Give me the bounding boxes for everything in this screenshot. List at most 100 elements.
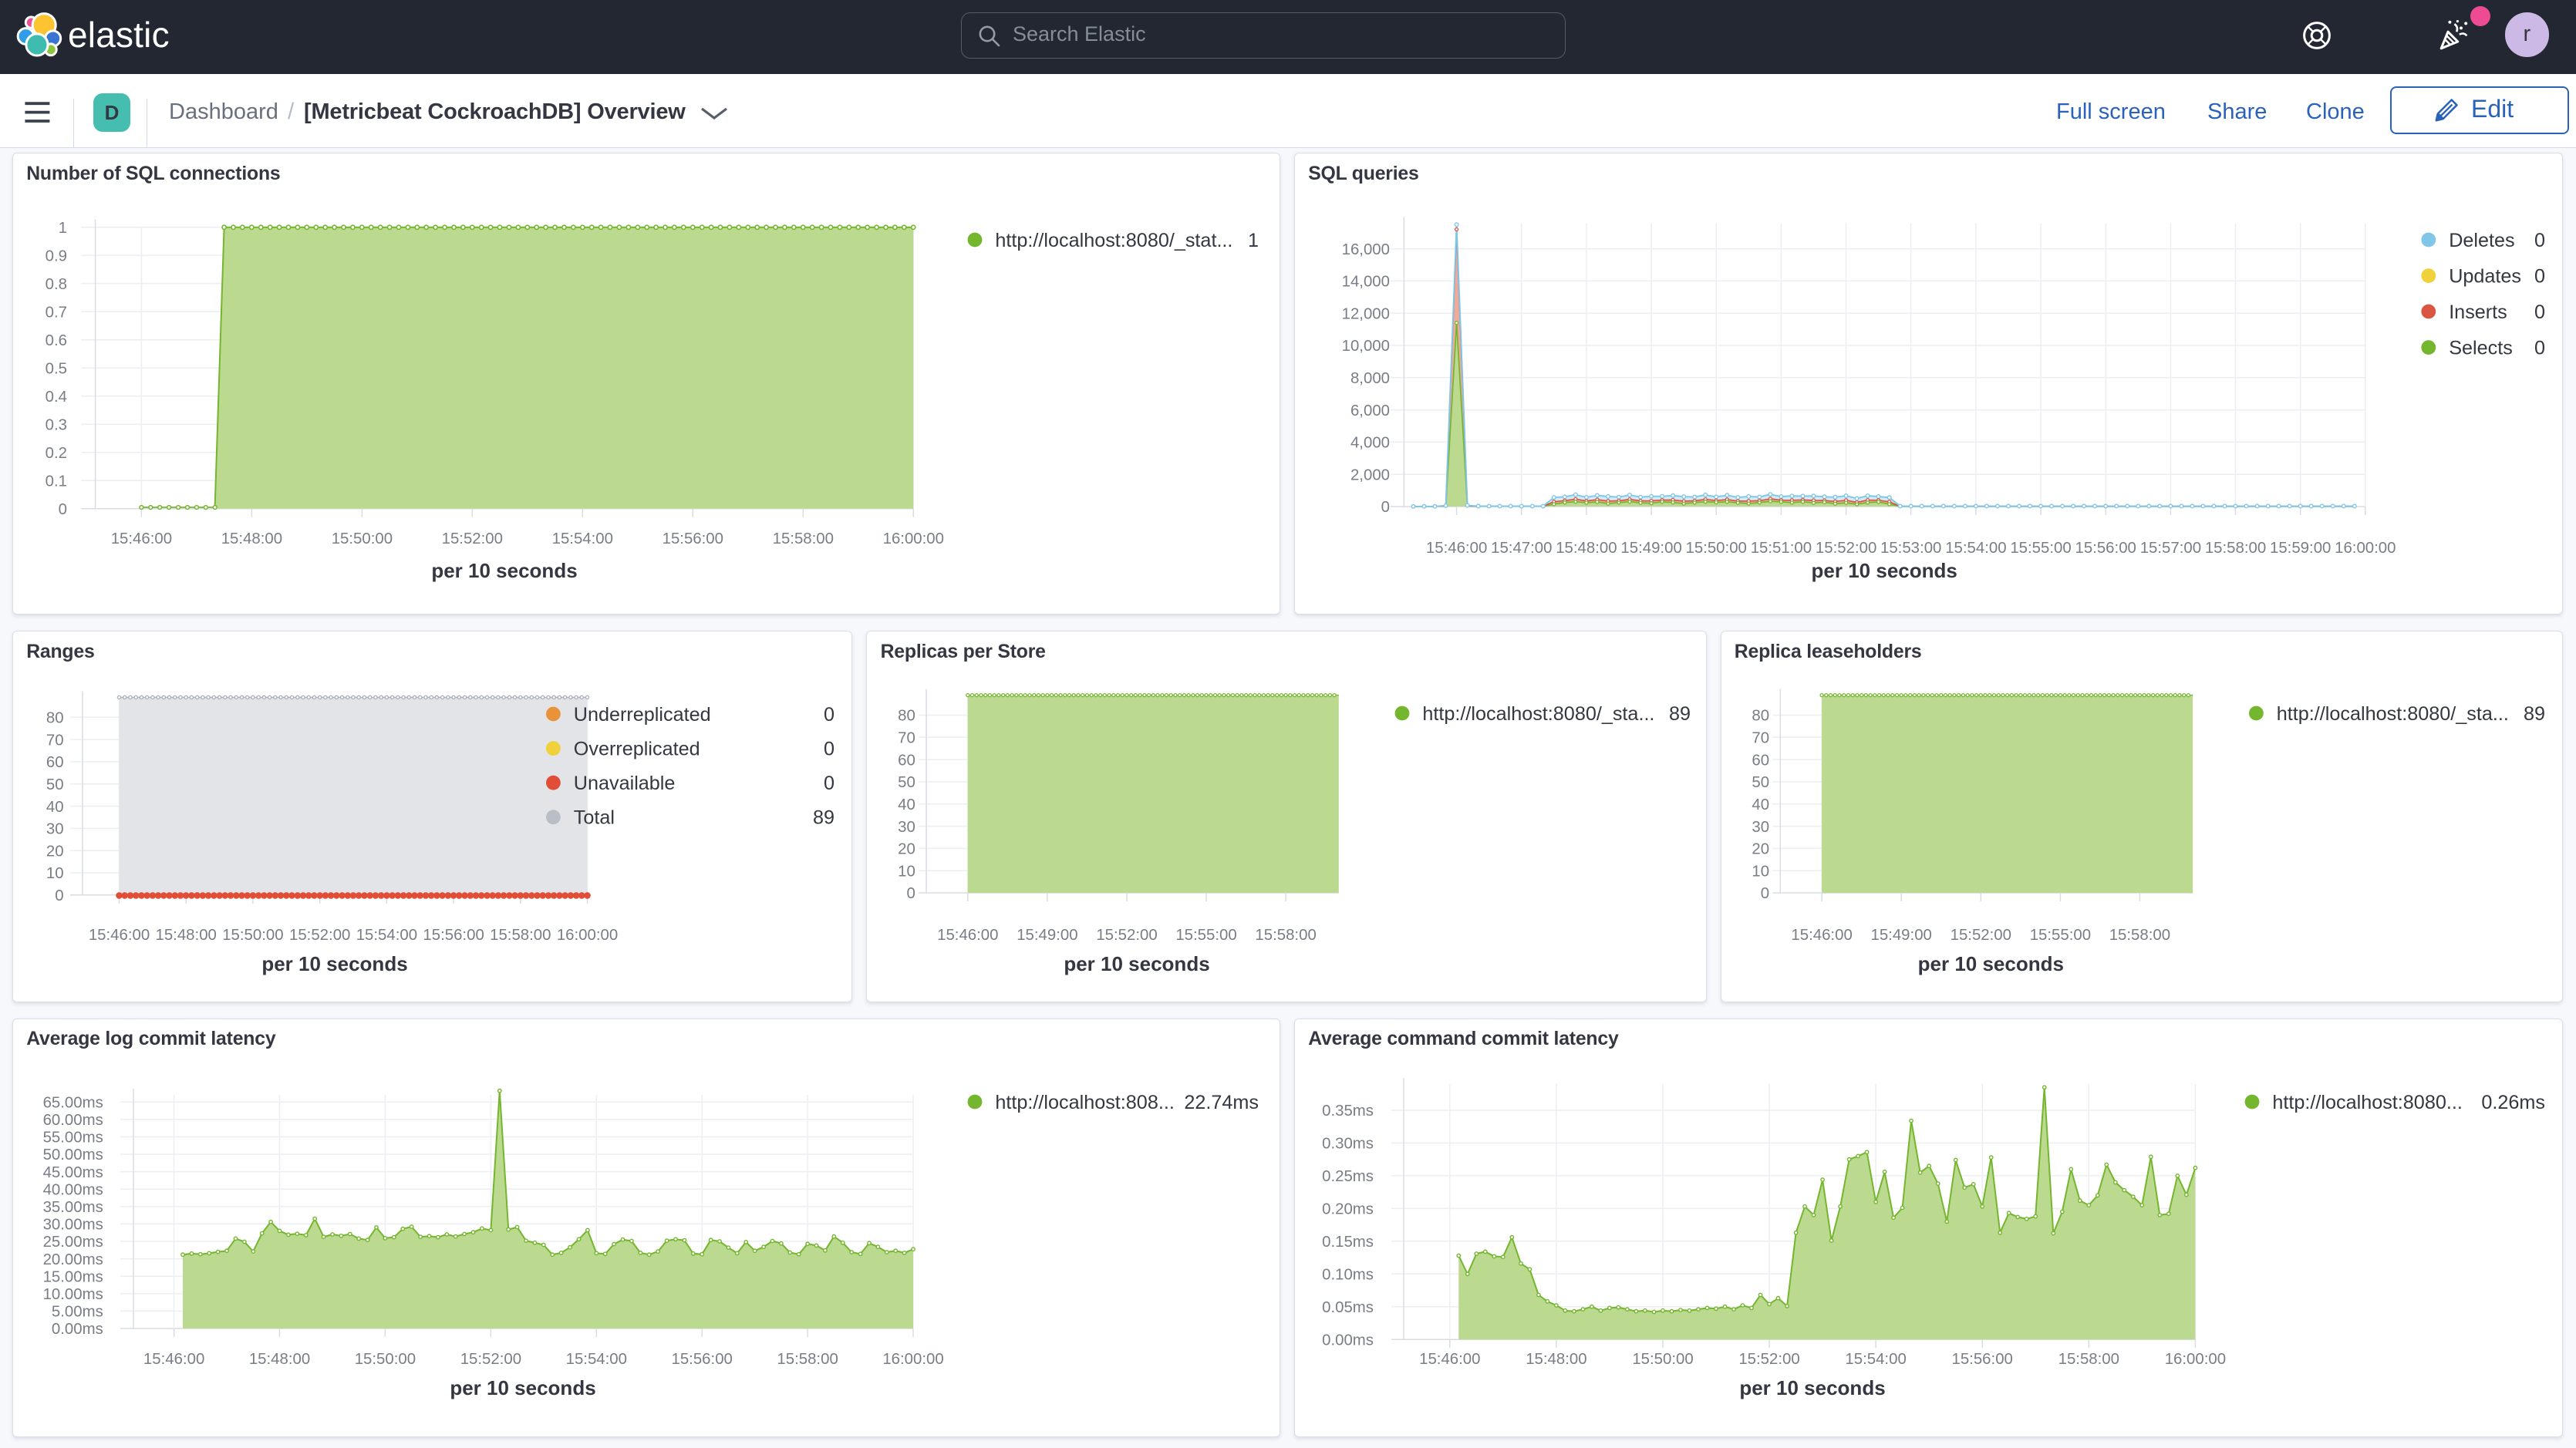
svg-text:0: 0 bbox=[824, 738, 835, 759]
svg-text:2,000: 2,000 bbox=[1350, 466, 1390, 483]
svg-text:15:52:00: 15:52:00 bbox=[1816, 540, 1876, 557]
svg-text:15:51:00: 15:51:00 bbox=[1751, 540, 1812, 557]
svg-text:Deletes: Deletes bbox=[2449, 230, 2514, 251]
svg-text:Overreplicated: Overreplicated bbox=[574, 738, 700, 759]
svg-text:0: 0 bbox=[55, 887, 63, 904]
svg-text:0: 0 bbox=[59, 501, 67, 518]
svg-text:http://localhost:8080/_stat...: http://localhost:8080/_stat... bbox=[995, 230, 1232, 251]
svg-text:15:58:00: 15:58:00 bbox=[2058, 1351, 2119, 1368]
svg-text:15:48:00: 15:48:00 bbox=[1556, 540, 1617, 557]
svg-text:89: 89 bbox=[813, 807, 835, 829]
svg-text:http://localhost:8080/_sta...: http://localhost:8080/_sta... bbox=[2277, 703, 2509, 725]
svg-text:0.00ms: 0.00ms bbox=[1322, 1332, 1374, 1349]
svg-text:per 10 seconds: per 10 seconds bbox=[1918, 952, 2064, 975]
svg-text:60: 60 bbox=[46, 754, 64, 771]
svg-text:15:54:00: 15:54:00 bbox=[552, 530, 613, 547]
svg-text:0: 0 bbox=[824, 704, 835, 726]
svg-text:0.05ms: 0.05ms bbox=[1322, 1299, 1374, 1316]
svg-text:60: 60 bbox=[898, 752, 915, 769]
svg-text:15:52:00: 15:52:00 bbox=[1738, 1351, 1799, 1368]
svg-text:15:55:00: 15:55:00 bbox=[1175, 927, 1236, 944]
svg-text:20: 20 bbox=[46, 843, 64, 860]
svg-text:1: 1 bbox=[1248, 230, 1259, 251]
svg-text:30.00ms: 30.00ms bbox=[43, 1217, 103, 1234]
svg-text:15:55:00: 15:55:00 bbox=[2010, 540, 2071, 557]
svg-text:50: 50 bbox=[46, 776, 64, 793]
svg-text:15:49:00: 15:49:00 bbox=[1017, 927, 1077, 944]
svg-text:16,000: 16,000 bbox=[1342, 241, 1390, 258]
svg-text:15:46:00: 15:46:00 bbox=[111, 530, 172, 547]
svg-text:30: 30 bbox=[898, 819, 915, 836]
svg-text:20: 20 bbox=[898, 841, 915, 858]
svg-text:60: 60 bbox=[1752, 752, 1769, 769]
svg-text:Selects: Selects bbox=[2449, 337, 2513, 359]
svg-text:70: 70 bbox=[46, 732, 64, 749]
svg-text:0: 0 bbox=[2534, 265, 2545, 287]
svg-text:15:58:00: 15:58:00 bbox=[777, 1351, 838, 1368]
svg-text:45.00ms: 45.00ms bbox=[43, 1164, 103, 1181]
svg-text:50.00ms: 50.00ms bbox=[43, 1147, 103, 1163]
svg-text:per 10 seconds: per 10 seconds bbox=[1064, 952, 1209, 975]
svg-text:15:52:00: 15:52:00 bbox=[1951, 927, 2011, 944]
svg-text:0.15ms: 0.15ms bbox=[1322, 1234, 1374, 1251]
svg-text:0: 0 bbox=[824, 773, 835, 794]
svg-text:15:46:00: 15:46:00 bbox=[1419, 1351, 1480, 1368]
svg-text:22.74ms: 22.74ms bbox=[1184, 1092, 1259, 1113]
svg-text:per 10 seconds: per 10 seconds bbox=[1739, 1376, 1885, 1399]
svg-text:70: 70 bbox=[898, 730, 915, 747]
svg-text:10: 10 bbox=[46, 865, 64, 882]
svg-text:15:56:00: 15:56:00 bbox=[2075, 540, 2136, 557]
svg-text:35.00ms: 35.00ms bbox=[43, 1199, 103, 1216]
svg-text:50: 50 bbox=[898, 774, 915, 791]
svg-text:Updates: Updates bbox=[2449, 265, 2521, 287]
svg-text:55.00ms: 55.00ms bbox=[43, 1130, 103, 1147]
svg-text:15:46:00: 15:46:00 bbox=[1426, 540, 1487, 557]
svg-text:0.1: 0.1 bbox=[46, 473, 67, 490]
svg-text:15:52:00: 15:52:00 bbox=[460, 1351, 521, 1368]
svg-text:0: 0 bbox=[2534, 230, 2545, 251]
svg-text:15:50:00: 15:50:00 bbox=[332, 530, 393, 547]
svg-text:20: 20 bbox=[1752, 841, 1769, 858]
svg-text:15:56:00: 15:56:00 bbox=[672, 1351, 733, 1368]
svg-text:0.3: 0.3 bbox=[46, 417, 67, 434]
svg-text:15:47:00: 15:47:00 bbox=[1491, 540, 1552, 557]
svg-text:70: 70 bbox=[1752, 730, 1769, 747]
svg-text:15:58:00: 15:58:00 bbox=[490, 927, 551, 944]
svg-text:15:46:00: 15:46:00 bbox=[1791, 927, 1852, 944]
svg-text:15:54:00: 15:54:00 bbox=[1845, 1351, 1906, 1368]
svg-text:0.26ms: 0.26ms bbox=[2481, 1092, 2545, 1113]
svg-text:Unavailable: Unavailable bbox=[574, 773, 676, 794]
svg-text:0: 0 bbox=[2534, 301, 2545, 323]
svg-text:4,000: 4,000 bbox=[1350, 435, 1390, 452]
svg-text:0.25ms: 0.25ms bbox=[1322, 1168, 1374, 1185]
svg-text:15:50:00: 15:50:00 bbox=[222, 927, 283, 944]
svg-text:10: 10 bbox=[1752, 863, 1769, 880]
svg-text:16:00:00: 16:00:00 bbox=[883, 530, 944, 547]
svg-text:per 10 seconds: per 10 seconds bbox=[431, 559, 577, 582]
svg-text:15:48:00: 15:48:00 bbox=[221, 530, 282, 547]
svg-text:25.00ms: 25.00ms bbox=[43, 1234, 103, 1251]
svg-text:15:55:00: 15:55:00 bbox=[2030, 927, 2091, 944]
svg-text:15:52:00: 15:52:00 bbox=[1096, 927, 1157, 944]
svg-text:60.00ms: 60.00ms bbox=[43, 1112, 103, 1129]
svg-text:15:58:00: 15:58:00 bbox=[1255, 927, 1316, 944]
svg-text:10: 10 bbox=[898, 863, 915, 880]
svg-text:15:50:00: 15:50:00 bbox=[1686, 540, 1747, 557]
svg-text:30: 30 bbox=[46, 821, 64, 838]
svg-text:5.00ms: 5.00ms bbox=[52, 1304, 103, 1321]
svg-text:15:59:00: 15:59:00 bbox=[2270, 540, 2331, 557]
svg-text:15.00ms: 15.00ms bbox=[43, 1268, 103, 1285]
svg-text:0: 0 bbox=[2534, 337, 2545, 359]
svg-text:Total: Total bbox=[574, 807, 615, 829]
svg-text:per 10 seconds: per 10 seconds bbox=[450, 1376, 595, 1399]
svg-text:16:00:00: 16:00:00 bbox=[882, 1351, 943, 1368]
svg-text:89: 89 bbox=[1669, 703, 1691, 725]
svg-text:15:49:00: 15:49:00 bbox=[1871, 927, 1932, 944]
svg-text:15:54:00: 15:54:00 bbox=[1945, 540, 2006, 557]
svg-text:30: 30 bbox=[1752, 819, 1769, 836]
svg-text:0.5: 0.5 bbox=[46, 361, 67, 378]
svg-text:15:46:00: 15:46:00 bbox=[143, 1351, 204, 1368]
svg-text:40.00ms: 40.00ms bbox=[43, 1181, 103, 1198]
svg-text:15:48:00: 15:48:00 bbox=[249, 1351, 310, 1368]
svg-text:16:00:00: 16:00:00 bbox=[2335, 540, 2396, 557]
